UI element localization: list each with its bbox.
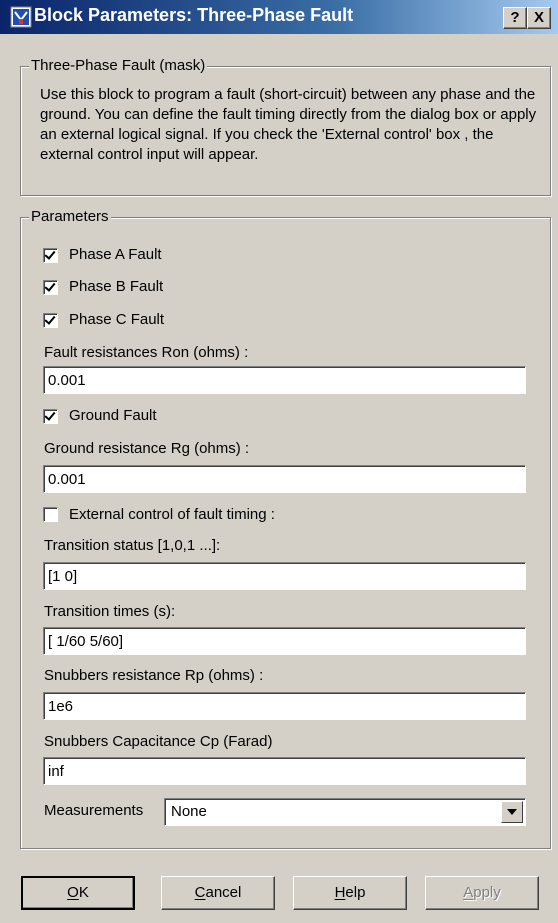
snubber-resistance-label: Snubbers resistance Rp (ohms) : xyxy=(44,667,264,684)
ok-label: K xyxy=(78,884,89,901)
transition-times-label: Transition times (s): xyxy=(44,603,176,620)
external-control-label[interactable]: External control of fault timing : xyxy=(69,506,275,523)
phase-b-checkbox[interactable] xyxy=(43,280,58,295)
ground-resistance-input[interactable] xyxy=(43,465,526,493)
measurements-value: None xyxy=(171,803,207,820)
mask-description: Use this block to program a fault (short… xyxy=(40,86,537,163)
fault-resistance-input[interactable] xyxy=(43,366,526,394)
help-accel: H xyxy=(334,884,346,901)
cancel-label: ancel xyxy=(205,884,242,901)
ok-accel: O xyxy=(67,884,79,901)
close-icon[interactable]: X xyxy=(527,7,551,29)
block-parameters-dialog: Block Parameters: Three-Phase Fault ? X … xyxy=(0,0,558,923)
phase-b-label[interactable]: Phase B Fault xyxy=(69,278,163,295)
cancel-button[interactable]: Cancel xyxy=(161,876,275,910)
ok-button[interactable]: OK xyxy=(21,876,135,910)
measurements-dropdown[interactable]: None xyxy=(164,798,526,826)
phase-c-checkbox[interactable] xyxy=(43,313,58,328)
title-bar[interactable]: Block Parameters: Three-Phase Fault ? X xyxy=(0,0,558,34)
snubber-capacitance-input[interactable] xyxy=(43,757,526,785)
mask-legend: Three-Phase Fault (mask) xyxy=(29,56,208,76)
window-title: Block Parameters: Three-Phase Fault xyxy=(34,5,354,25)
snubber-capacitance-label: Snubbers Capacitance Cp (Farad) xyxy=(44,733,273,750)
apply-label: pply xyxy=(473,884,501,901)
simulink-block-icon xyxy=(10,6,32,28)
phase-c-label[interactable]: Phase C Fault xyxy=(69,311,164,328)
fault-resistance-label: Fault resistances Ron (ohms) : xyxy=(44,344,249,361)
measurements-label: Measurements xyxy=(44,802,144,819)
external-control-checkbox[interactable] xyxy=(43,507,58,522)
transition-status-label: Transition status [1,0,1 ...]: xyxy=(44,537,221,554)
apply-button[interactable]: Apply xyxy=(425,876,539,910)
ground-resistance-label: Ground resistance Rg (ohms) : xyxy=(44,440,250,457)
chevron-down-icon[interactable] xyxy=(501,801,523,823)
apply-accel: A xyxy=(463,884,474,901)
ground-fault-label[interactable]: Ground Fault xyxy=(69,407,157,424)
snubber-resistance-input[interactable] xyxy=(43,692,526,720)
transition-times-input[interactable] xyxy=(43,627,526,655)
ground-fault-checkbox[interactable] xyxy=(43,409,58,424)
cancel-accel: C xyxy=(194,884,206,901)
phase-a-checkbox[interactable] xyxy=(43,248,58,263)
transition-status-input[interactable] xyxy=(43,562,526,590)
help-icon[interactable]: ? xyxy=(503,7,527,29)
phase-a-label[interactable]: Phase A Fault xyxy=(69,246,162,263)
help-label: elp xyxy=(345,884,366,901)
parameters-legend: Parameters xyxy=(29,207,111,227)
help-button[interactable]: Help xyxy=(293,876,407,910)
